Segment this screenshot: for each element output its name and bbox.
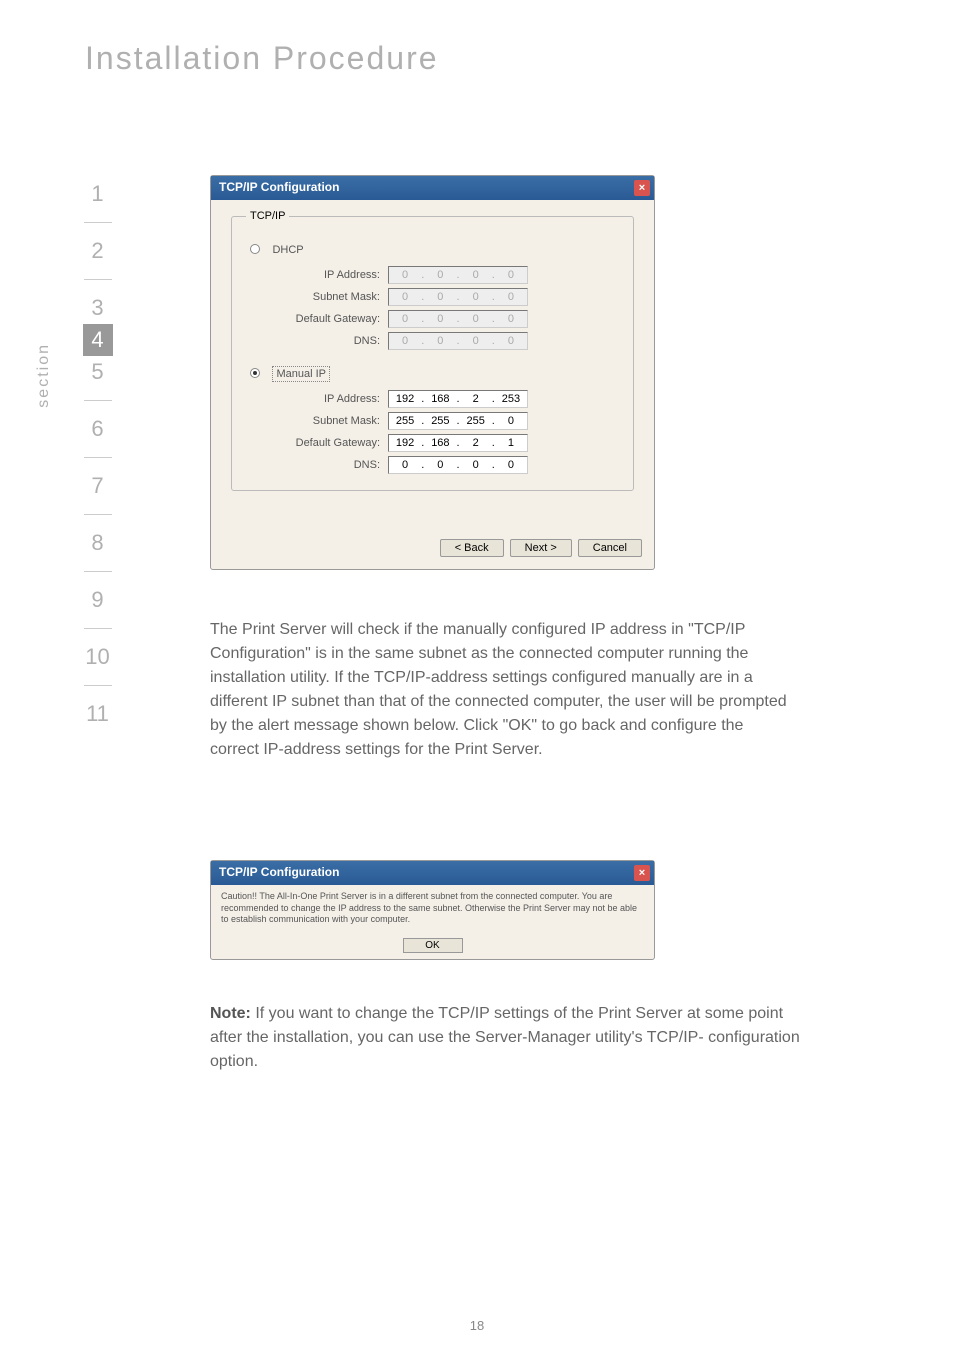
field-label: DNS:: [250, 459, 380, 471]
manual-radio-label: Manual IP: [272, 366, 330, 382]
dhcp-dns-field: 0.0.0.0: [388, 332, 528, 350]
divider: [84, 514, 112, 515]
field-label: IP Address:: [250, 269, 380, 281]
field-label: Subnet Mask:: [250, 415, 380, 427]
alert-titlebar: TCP/IP Configuration ×: [211, 861, 654, 885]
manual-radio-group: Manual IP: [250, 364, 615, 382]
field-label: IP Address:: [250, 393, 380, 405]
nav-item-3[interactable]: 3: [83, 292, 113, 324]
nav-item-1[interactable]: 1: [83, 178, 113, 210]
divider: [84, 685, 112, 686]
note-label: Note:: [210, 1005, 251, 1022]
divider: [84, 222, 112, 223]
alert-dialog: TCP/IP Configuration × Caution!! The All…: [210, 860, 655, 960]
nav-item-7[interactable]: 7: [83, 470, 113, 502]
divider: [84, 628, 112, 629]
nav-item-9[interactable]: 9: [83, 584, 113, 616]
field-label: DNS:: [250, 335, 380, 347]
field-label: Default Gateway:: [250, 313, 380, 325]
note-paragraph: Note: If you want to change the TCP/IP s…: [210, 1002, 805, 1074]
nav-item-4[interactable]: 4: [83, 324, 113, 356]
dhcp-ip-field: 0.0.0.0: [388, 266, 528, 284]
alert-title: TCP/IP Configuration: [219, 865, 339, 879]
alert-text: Caution!! The All-In-One Print Server is…: [211, 885, 654, 932]
cancel-button[interactable]: Cancel: [578, 539, 642, 557]
ok-button[interactable]: OK: [403, 938, 463, 953]
tcpip-dialog: TCP/IP Configuration × TCP/IP DHCP IP Ad…: [210, 175, 655, 570]
next-button[interactable]: Next >: [510, 539, 572, 557]
nav-item-6[interactable]: 6: [83, 413, 113, 445]
field-label: Subnet Mask:: [250, 291, 380, 303]
dhcp-radio-group: DHCP: [250, 240, 615, 258]
section-nav: section 1 2 3 4 5 6 7 8 9 10 11: [65, 178, 130, 730]
divider: [84, 457, 112, 458]
nav-item-2[interactable]: 2: [83, 235, 113, 267]
fieldset-legend: TCP/IP: [246, 210, 289, 222]
manual-gateway-field[interactable]: 192.168.2.1: [388, 434, 528, 452]
field-label: Default Gateway:: [250, 437, 380, 449]
dhcp-radio[interactable]: [250, 244, 260, 254]
dhcp-subnet-field: 0.0.0.0: [388, 288, 528, 306]
close-icon[interactable]: ×: [634, 180, 650, 196]
divider: [84, 400, 112, 401]
manual-ip-field[interactable]: 192.168.2.253: [388, 390, 528, 408]
nav-item-10[interactable]: 10: [83, 641, 113, 673]
nav-item-8[interactable]: 8: [83, 527, 113, 559]
body-paragraph: The Print Server will check if the manua…: [210, 618, 795, 762]
manual-dns-field[interactable]: 0.0.0.0: [388, 456, 528, 474]
tcpip-fieldset: TCP/IP DHCP IP Address: 0.0.0.0 Subnet M…: [231, 210, 634, 491]
nav-item-11[interactable]: 11: [83, 698, 113, 730]
dhcp-radio-label: DHCP: [272, 244, 303, 256]
page-title: Installation Procedure: [85, 40, 439, 77]
nav-item-5[interactable]: 5: [83, 356, 113, 388]
divider: [84, 279, 112, 280]
dialog-footer: < Back Next > Cancel: [440, 539, 642, 557]
page-number: 18: [0, 1318, 954, 1333]
dialog-titlebar: TCP/IP Configuration ×: [211, 176, 654, 200]
manual-subnet-field[interactable]: 255.255.255.0: [388, 412, 528, 430]
note-body: If you want to change the TCP/IP setting…: [210, 1005, 800, 1070]
back-button[interactable]: < Back: [440, 539, 504, 557]
close-icon[interactable]: ×: [634, 865, 650, 881]
divider: [84, 571, 112, 572]
dialog-title: TCP/IP Configuration: [219, 180, 339, 194]
manual-radio[interactable]: [250, 368, 260, 378]
section-label: section: [35, 343, 53, 408]
dhcp-gateway-field: 0.0.0.0: [388, 310, 528, 328]
